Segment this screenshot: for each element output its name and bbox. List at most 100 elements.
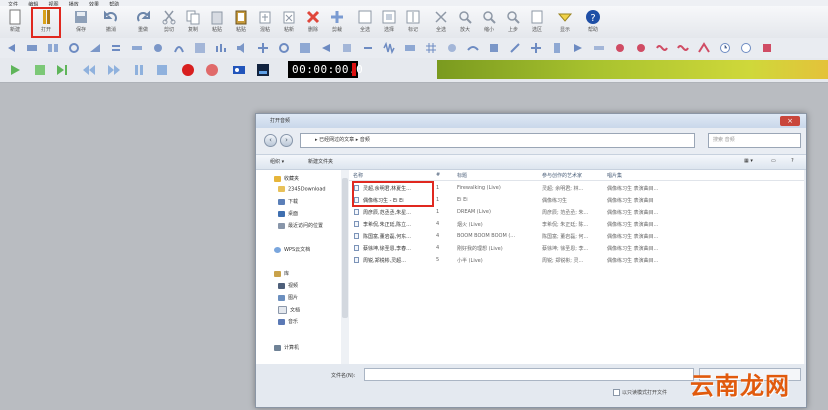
paste-button[interactable]: 粘贴: [206, 8, 228, 36]
insert-icon[interactable]: [341, 42, 353, 54]
new-button[interactable]: 新建: [4, 8, 26, 36]
column-artist[interactable]: 参与创作的艺术家: [542, 172, 582, 179]
select-all-button[interactable]: 全选: [354, 8, 376, 36]
amplify-icon[interactable]: [530, 42, 542, 54]
undo-button[interactable]: 撤消: [100, 8, 122, 36]
mix-paste-button[interactable]: 混粘: [254, 8, 276, 36]
help-icon[interactable]: ?: [791, 158, 794, 164]
sidebar-item-libraries[interactable]: 库: [274, 270, 289, 277]
noise-icon[interactable]: [383, 42, 395, 54]
sidebar-item-recent[interactable]: 最近访问的位置: [278, 222, 323, 229]
filename-input[interactable]: [364, 368, 694, 381]
split-icon[interactable]: [299, 42, 311, 54]
chorus-icon[interactable]: [467, 42, 479, 54]
play-to-end-icon[interactable]: [55, 63, 69, 77]
record-effect-icon[interactable]: [614, 42, 626, 54]
search-input[interactable]: 搜索 音频: [708, 133, 801, 148]
save-button[interactable]: 保存: [70, 8, 92, 36]
normalize-icon[interactable]: [404, 42, 416, 54]
close-icon[interactable]: ×: [780, 116, 800, 126]
mute-icon[interactable]: [593, 42, 605, 54]
display-button[interactable]: 显示: [554, 8, 576, 36]
sidebar-item-music[interactable]: 音乐: [278, 318, 298, 325]
resample-icon[interactable]: [446, 42, 458, 54]
play-icon[interactable]: [8, 63, 22, 77]
sidebar-item-downloads[interactable]: 下载: [278, 198, 298, 205]
vibrato-icon[interactable]: [656, 42, 668, 54]
new-folder-button[interactable]: 新建文件夹: [308, 158, 333, 165]
preview-pane-icon[interactable]: ▭: [771, 158, 776, 164]
speed-icon[interactable]: [572, 42, 584, 54]
play-loop-icon[interactable]: [33, 63, 47, 77]
crosshair-icon[interactable]: [278, 42, 290, 54]
file-row[interactable]: 蔡徐坤,徐圣恩,李春... 4 刚好我的理想 (Live) 蔡徐坤; 徐圣恩; …: [349, 243, 804, 253]
sidebar-item-desktop[interactable]: 桌面: [278, 210, 298, 217]
compress-icon[interactable]: [551, 42, 563, 54]
clock-icon[interactable]: [719, 42, 731, 54]
readonly-checkbox[interactable]: 以只读模式打开文件: [613, 389, 667, 396]
navigation-scrollbar[interactable]: [341, 170, 349, 364]
record-icon[interactable]: [181, 63, 195, 77]
monitor-icon[interactable]: [256, 63, 270, 77]
eq-icon[interactable]: [215, 42, 227, 54]
sidebar-item-2345download[interactable]: 2345Download: [278, 186, 326, 193]
column-name[interactable]: 名称: [353, 172, 363, 179]
file-row[interactable]: 陈国富,董岩磊,何东... 4 BOOM BOOM BOOM (... 陈国富;…: [349, 231, 804, 241]
trim-button[interactable]: 剪裁: [326, 8, 348, 36]
zoom-prev-button[interactable]: 上步: [502, 8, 524, 36]
delete-button[interactable]: 删除: [302, 8, 324, 36]
zoom-out-button[interactable]: 缩小: [478, 8, 500, 36]
sidebar-item-computer[interactable]: 计算机: [274, 344, 299, 351]
address-bar[interactable]: ▸ 已经网过的文章 ▸ 音频: [300, 133, 695, 148]
envelope-icon[interactable]: [698, 42, 710, 54]
forward-button[interactable]: ›: [280, 134, 293, 147]
organize-button[interactable]: 组织 ▾: [270, 158, 284, 165]
paste-new-button[interactable]: 粘贴: [230, 8, 252, 36]
redo-button[interactable]: 重做: [132, 8, 154, 36]
sidebar-item-documents[interactable]: 文档: [278, 306, 300, 314]
grid-icon[interactable]: [425, 42, 437, 54]
mark-button[interactable]: 标记: [402, 8, 424, 36]
sidebar-item-wps-cloud[interactable]: WPS云文档: [274, 246, 310, 253]
fast-forward-icon[interactable]: [107, 63, 121, 77]
pitch-icon[interactable]: [152, 42, 164, 54]
zoom-all-button[interactable]: 全选: [430, 8, 452, 36]
reverse-icon[interactable]: [320, 42, 332, 54]
flanger-icon[interactable]: [509, 42, 521, 54]
echo-icon[interactable]: [173, 42, 185, 54]
record-pause-icon[interactable]: [205, 63, 219, 77]
help-button[interactable]: ? 帮助: [582, 8, 604, 36]
loop-icon[interactable]: [68, 42, 80, 54]
merge-icon[interactable]: [47, 42, 59, 54]
gain-icon[interactable]: [635, 42, 647, 54]
select-button[interactable]: 选择: [378, 8, 400, 36]
checkbox-box[interactable]: [613, 389, 620, 396]
stop-icon[interactable]: [155, 63, 169, 77]
pause-icon[interactable]: [132, 63, 146, 77]
move-icon[interactable]: [257, 42, 269, 54]
plugin-icon[interactable]: [761, 42, 773, 54]
sidebar-item-videos[interactable]: 视频: [278, 282, 298, 289]
scrollbar-thumb[interactable]: [342, 178, 348, 318]
timer-icon[interactable]: [740, 42, 752, 54]
rewind-icon[interactable]: [82, 63, 96, 77]
volume-icon[interactable]: [236, 42, 248, 54]
swap-icon[interactable]: [110, 42, 122, 54]
copy-button[interactable]: 复制: [182, 8, 204, 36]
file-row[interactable]: 周彦辰,范丞丞,朱星... 1 DREAM (Live) 周彦辰; 范丞丞; 朱…: [349, 207, 804, 217]
reverb-icon[interactable]: [488, 42, 500, 54]
paste-new2-button[interactable]: 粘新: [278, 8, 300, 36]
cut-button[interactable]: 剪切: [158, 8, 180, 36]
view-options-icon[interactable]: ▦ ▾: [744, 158, 753, 164]
filter-icon[interactable]: [194, 42, 206, 54]
stretch-icon[interactable]: [131, 42, 143, 54]
waveform-icon[interactable]: [26, 42, 38, 54]
file-row[interactable]: 李希侃,朱正廷,陈立... 4 烟火 (Live) 李希侃; 朱正廷; 陈...…: [349, 219, 804, 229]
fade-icon[interactable]: [89, 42, 101, 54]
arrow-left-icon[interactable]: [5, 42, 17, 54]
column-album[interactable]: 唱片集: [607, 172, 622, 179]
sidebar-item-favorites[interactable]: 收藏夹: [274, 175, 299, 182]
zoom-in-button[interactable]: 放大: [454, 8, 476, 36]
column-title[interactable]: 标题: [457, 172, 467, 179]
wave-shape-icon[interactable]: [677, 42, 689, 54]
